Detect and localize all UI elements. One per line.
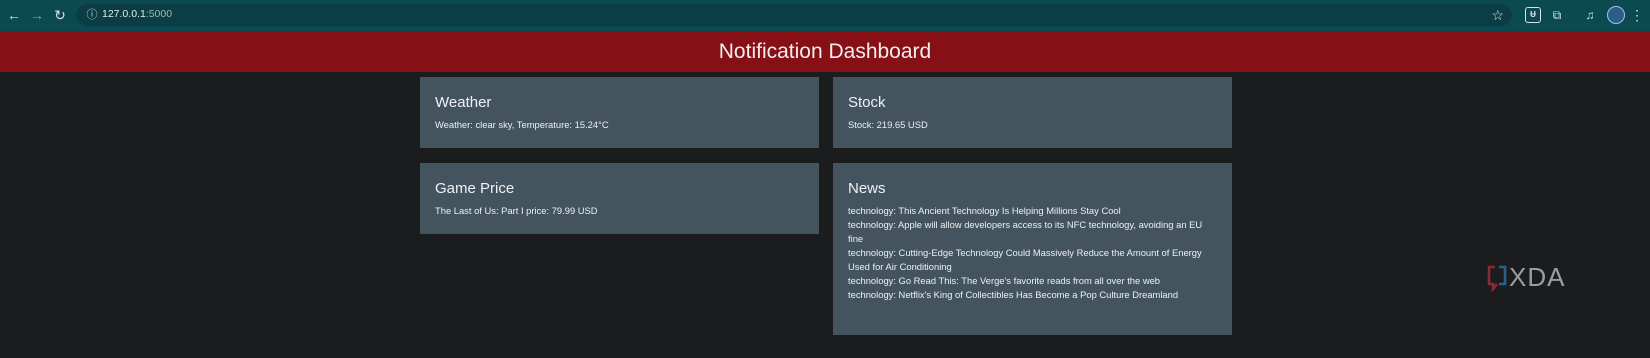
stock-card-text: Stock: 219.65 USD (848, 119, 928, 130)
bookmark-star-icon[interactable]: ☆ (1491, 6, 1504, 24)
page-title: Notification Dashboard (718, 40, 932, 63)
site-info-icon[interactable]: ⓘ (84, 7, 100, 23)
weather-card-title: Weather (435, 94, 492, 111)
media-control-icon[interactable]: ♫ (1582, 7, 1598, 23)
xda-bracket-icon (1487, 265, 1507, 293)
news-item: technology: Apple will allow developers … (848, 219, 1203, 244)
reload-icon[interactable]: ↻ (51, 6, 69, 24)
browser-toolbar: ← → ↻ ⓘ 127.0.0.1:5000 ☆ Ʉ ⧉ ♫ ⋮ (0, 0, 1650, 32)
news-item: technology: Netflix's King of Collectibl… (848, 289, 1179, 300)
news-item: technology: This Ancient Technology Is H… (848, 205, 1121, 216)
xda-watermark-logo: XDA (1487, 262, 1564, 293)
game-price-card-title: Game Price (435, 180, 515, 197)
profile-avatar[interactable] (1607, 6, 1625, 24)
news-item: technology: Go Read This: The Verge's fa… (848, 275, 1161, 286)
address-bar[interactable]: ⓘ 127.0.0.1:5000 ☆ (76, 4, 1512, 26)
url-host: 127.0.0.1 (102, 8, 146, 20)
game-price-card-text: The Last of Us: Part I price: 79.99 USD (435, 205, 598, 216)
dashboard-header: Notification Dashboard (0, 31, 1650, 72)
back-arrow-icon[interactable]: ← (5, 6, 23, 24)
puzzle-extensions-icon[interactable]: ⧉ (1549, 7, 1565, 23)
news-card-title: News (848, 180, 886, 197)
forward-arrow-icon[interactable]: → (28, 6, 46, 24)
stock-card: Stock Stock: 219.65 USD (833, 77, 1232, 148)
url-text[interactable]: 127.0.0.1:5000 (102, 8, 172, 20)
watermark-text: XDA (1509, 262, 1566, 292)
news-item: technology: Cutting-Edge Technology Coul… (848, 247, 1202, 272)
news-card: News technology: This Ancient Technology… (833, 163, 1232, 335)
url-port: :5000 (145, 8, 173, 20)
stock-card-title: Stock (848, 94, 886, 111)
more-menu-icon[interactable]: ⋮ (1630, 6, 1644, 24)
weather-card-text: Weather: clear sky, Temperature: 15.24°C (435, 119, 609, 130)
weather-card: Weather Weather: clear sky, Temperature:… (420, 77, 819, 148)
extension-icon[interactable]: Ʉ (1525, 7, 1541, 23)
game-price-card: Game Price The Last of Us: Part I price:… (420, 163, 819, 234)
